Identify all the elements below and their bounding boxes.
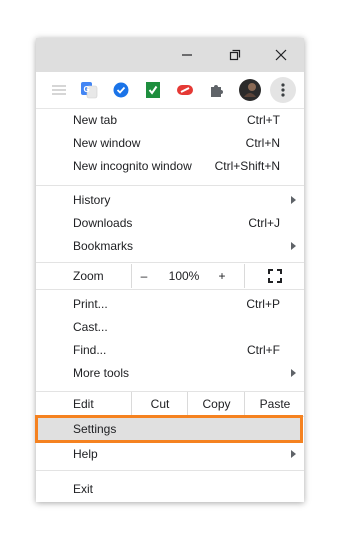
- menu-item-label: Settings: [73, 422, 117, 436]
- edit-label: Edit: [73, 397, 94, 411]
- menu-item-history[interactable]: History: [36, 189, 304, 211]
- close-button[interactable]: [258, 38, 304, 72]
- menu-item-label: Bookmarks: [73, 239, 134, 253]
- copy-button[interactable]: Copy: [187, 392, 245, 416]
- menu-item-label: More tools: [73, 366, 130, 380]
- menu-item-bookmarks[interactable]: Bookmarks: [36, 235, 304, 257]
- menu-item-downloads[interactable]: Downloads Ctrl+J: [36, 212, 304, 234]
- divider: [36, 289, 304, 290]
- submenu-arrow-icon: [291, 242, 296, 250]
- zoom-value: 100%: [168, 269, 200, 283]
- check-shield-icon[interactable]: [112, 81, 130, 99]
- zoom-level: 100%: [164, 264, 204, 288]
- menu-item-label: Print...: [73, 297, 108, 311]
- menu-item-find[interactable]: Find... Ctrl+F: [36, 339, 304, 361]
- more-vert-icon: [281, 83, 285, 97]
- menu-item-new-incognito[interactable]: New incognito window Ctrl+Shift+N: [36, 155, 304, 177]
- shortcut: Ctrl+F: [247, 343, 280, 357]
- cut-label: Cut: [150, 397, 170, 411]
- menu-item-new-window[interactable]: New window Ctrl+N: [36, 132, 304, 154]
- shortcut: Ctrl+Shift+N: [214, 159, 280, 173]
- menu-item-label: Find...: [73, 343, 107, 357]
- green-check-icon[interactable]: [144, 81, 162, 99]
- browser-window: G New tab Ctrl+T New window Ctrl+N New i…: [35, 38, 304, 502]
- title-bar: [36, 38, 304, 72]
- zoom-in-button[interactable]: +: [210, 264, 234, 288]
- shortcut: Ctrl+J: [248, 216, 280, 230]
- google-translate-icon[interactable]: G: [80, 81, 98, 99]
- menu-item-label: Help: [73, 447, 98, 461]
- menu-item-label: New incognito window: [73, 159, 192, 173]
- close-icon: [275, 49, 287, 61]
- menu-item-settings[interactable]: Settings: [36, 418, 304, 440]
- cut-button[interactable]: Cut: [131, 392, 188, 416]
- zoom-out-label: –: [140, 269, 148, 283]
- menu-item-cast[interactable]: Cast...: [36, 316, 304, 338]
- edit-row: Edit Cut Copy Paste: [36, 392, 304, 416]
- menu-item-new-tab[interactable]: New tab Ctrl+T: [36, 109, 304, 131]
- menu-item-label: Exit: [73, 482, 94, 496]
- divider: [36, 262, 304, 263]
- restore-icon: [229, 49, 241, 61]
- menu-item-label: Cast...: [73, 320, 108, 334]
- puzzle-icon[interactable]: [208, 81, 226, 99]
- fullscreen-button[interactable]: [244, 264, 305, 288]
- fullscreen-icon: [268, 269, 282, 283]
- red-logo-icon[interactable]: [176, 81, 194, 99]
- menu-item-label: History: [73, 193, 111, 207]
- copy-label: Copy: [202, 397, 231, 411]
- submenu-arrow-icon: [291, 450, 296, 458]
- minimize-icon: [182, 54, 192, 56]
- menu-item-help[interactable]: Help: [36, 443, 304, 465]
- menu-item-label: New tab: [73, 113, 118, 127]
- shortcut: Ctrl+P: [246, 297, 280, 311]
- shortcut: Ctrl+T: [247, 113, 280, 127]
- reading-list-icon[interactable]: [50, 81, 68, 99]
- toolbar: G: [36, 72, 304, 109]
- menu-button[interactable]: [270, 77, 296, 103]
- menu-item-more-tools[interactable]: More tools: [36, 362, 304, 384]
- divider: [36, 470, 304, 471]
- paste-label: Paste: [259, 397, 291, 411]
- submenu-arrow-icon: [291, 196, 296, 204]
- shortcut: Ctrl+N: [245, 136, 280, 150]
- menu-item-label: Downloads: [73, 216, 133, 230]
- svg-text:G: G: [84, 85, 90, 94]
- avatar[interactable]: [239, 79, 261, 101]
- zoom-in-label: +: [218, 269, 226, 283]
- menu-item-label: New window: [73, 136, 141, 150]
- zoom-label: Zoom: [73, 269, 104, 283]
- zoom-row: Zoom – 100% +: [36, 264, 304, 288]
- zoom-out-button[interactable]: –: [131, 264, 156, 288]
- menu-item-print[interactable]: Print... Ctrl+P: [36, 293, 304, 315]
- minimize-button[interactable]: [164, 38, 210, 72]
- restore-button[interactable]: [212, 38, 258, 72]
- submenu-arrow-icon: [291, 369, 296, 377]
- paste-button[interactable]: Paste: [244, 392, 305, 416]
- divider: [36, 185, 304, 186]
- menu-item-exit[interactable]: Exit: [36, 478, 304, 500]
